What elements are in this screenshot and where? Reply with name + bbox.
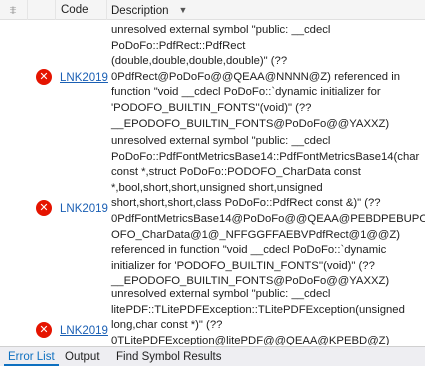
error-list-body: ✕ LNK2019 unresolved external symbol "pu…	[0, 21, 425, 345]
column-header-code[interactable]: Code	[56, 0, 107, 20]
error-row[interactable]: ✕ LNK2019 unresolved external symbol "pu…	[0, 287, 425, 345]
error-code-link[interactable]: LNK2019	[60, 70, 108, 86]
error-icon: ✕	[36, 69, 52, 85]
error-description: unresolved external symbol "public: __cd…	[111, 24, 401, 130]
tab-output[interactable]: Output	[61, 349, 104, 366]
error-code-link[interactable]: LNK2019	[60, 323, 108, 339]
error-list-header: ⩨ Code Description ▼	[0, 0, 425, 20]
error-row[interactable]: ✕ LNK2019 unresolved external symbol "pu…	[0, 23, 425, 133]
column-header-description[interactable]: Description ▼	[107, 0, 425, 20]
column-header-filter[interactable]: ⩨	[0, 0, 28, 20]
error-description: unresolved external symbol "public: __cd…	[111, 288, 405, 345]
error-icon: ✕	[36, 200, 52, 216]
tab-error-list[interactable]: Error List	[4, 349, 59, 366]
column-header-severity[interactable]	[28, 0, 56, 20]
tab-find-symbol-results[interactable]: Find Symbol Results	[112, 349, 225, 366]
error-icon: ✕	[36, 322, 52, 338]
filter-icon[interactable]: ⩨	[5, 2, 21, 18]
error-description: unresolved external symbol "public: __cd…	[111, 135, 425, 288]
bottom-tab-bar: Error List Output Find Symbol Results	[0, 346, 425, 366]
error-code[interactable]: LNK2019	[60, 201, 108, 217]
column-header-description-label: Description	[111, 5, 169, 17]
error-row[interactable]: ✕ LNK2019 unresolved external symbol "pu…	[0, 134, 425, 292]
sort-descending-icon[interactable]: ▼	[179, 0, 188, 20]
